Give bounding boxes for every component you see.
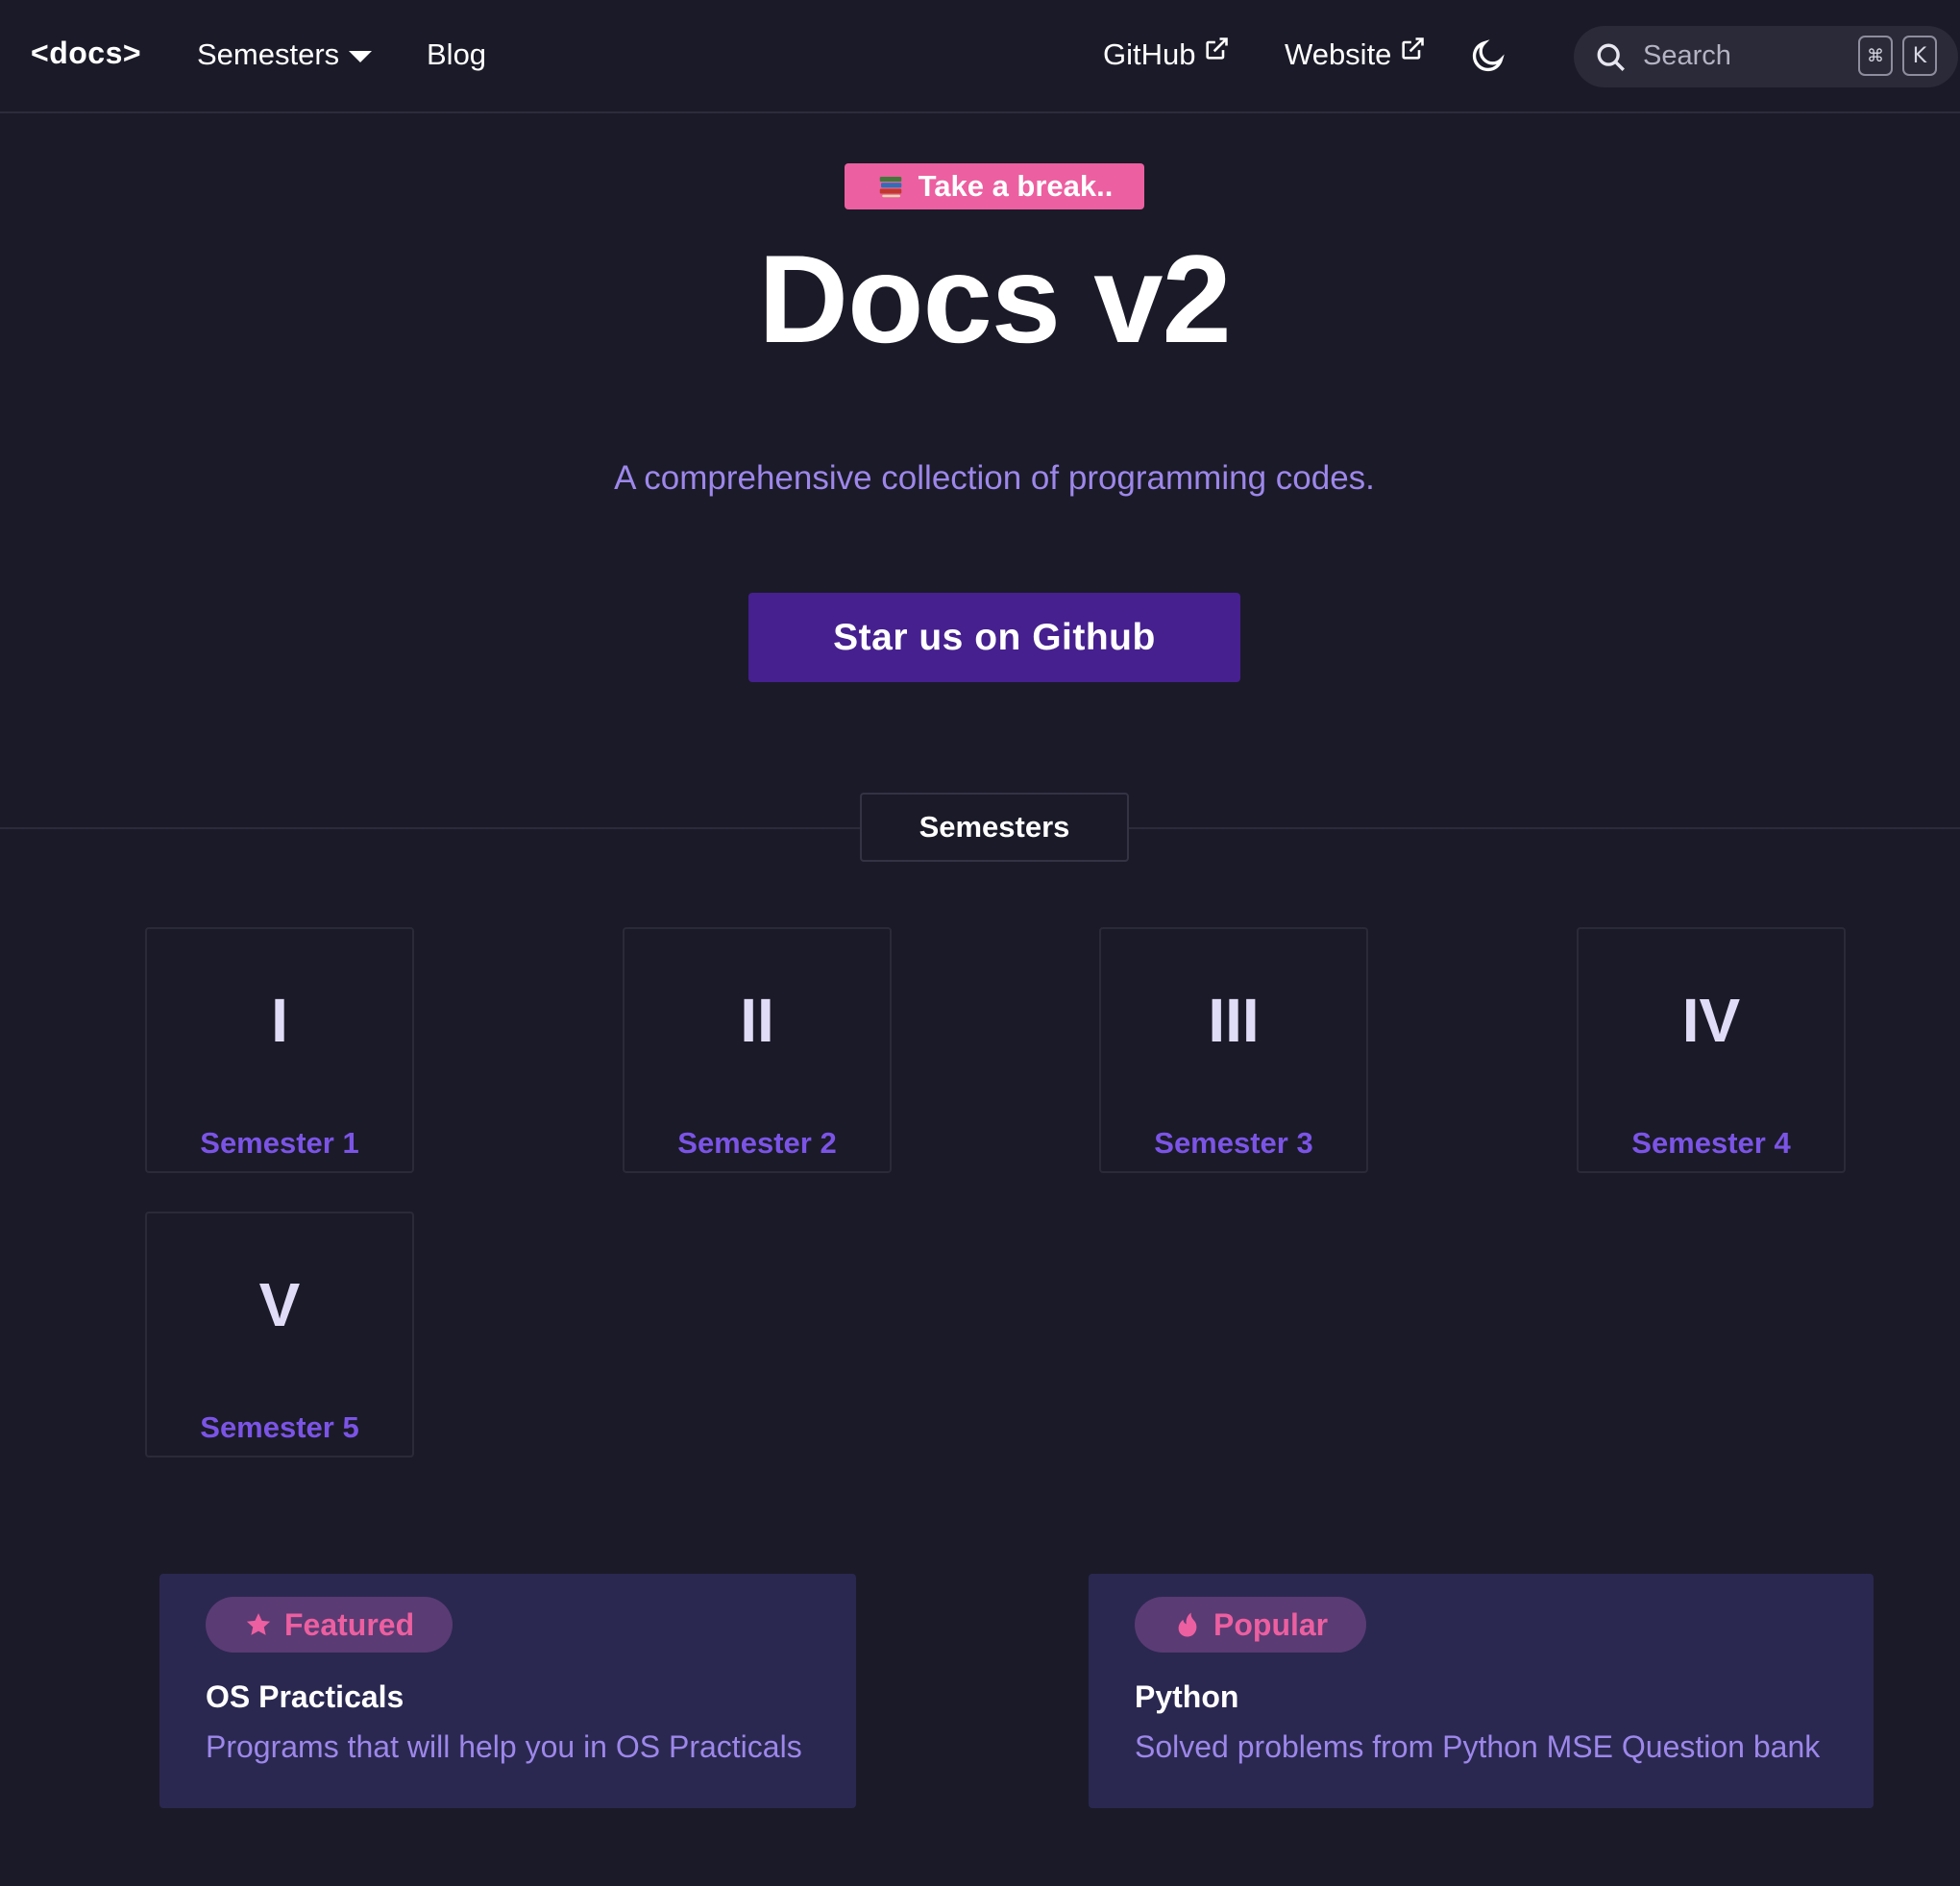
books-icon [879,177,901,198]
popular-badge-label: Popular [1213,1606,1329,1642]
popular-badge: Popular [1135,1597,1367,1653]
feature-title: OS Practicals [206,1679,404,1714]
semester-numeral: I [271,986,288,1055]
caret-down-icon [349,51,373,62]
kbd-cmd-key: ⌘ [1858,36,1893,76]
take-a-break-badge[interactable]: Take a break.. [845,163,1144,209]
featured-badge-label: Featured [284,1606,415,1642]
star-on-github-button[interactable]: Star us on Github [748,593,1240,682]
feature-title: Python [1135,1679,1239,1714]
semester-label: Semester 4 [1631,1126,1791,1160]
semester-card-1[interactable]: I Semester 1 [145,927,414,1173]
external-link-icon [1402,37,1425,60]
feature-description: Solved problems from Python MSE Question… [1135,1729,1821,1764]
semester-label: Semester 2 [677,1126,837,1160]
site-logo[interactable]: <docs> [31,36,141,71]
nav-website-label: Website [1285,37,1392,71]
semester-label: Semester 5 [200,1410,359,1444]
semester-card-5[interactable]: V Semester 5 [145,1212,414,1457]
nav-github-label: GitHub [1103,37,1196,71]
moon-icon[interactable] [1469,37,1507,75]
semester-label: Semester 1 [200,1126,359,1160]
semester-numeral: III [1208,986,1260,1055]
semester-label: Semester 3 [1154,1126,1313,1160]
featured-card-os-practicals[interactable]: Featured OS Practicals Programs that wil… [159,1574,856,1808]
take-a-break-label: Take a break.. [918,169,1114,203]
semester-numeral: II [740,986,774,1055]
page-subtitle: A comprehensive collection of programmin… [614,459,1375,497]
search-placeholder: Search [1643,40,1731,71]
nav-github-link[interactable]: GitHub [1103,37,1230,72]
fire-icon [1178,1612,1197,1637]
popular-card-python[interactable]: Popular Python Solved problems from Pyth… [1089,1574,1874,1808]
top-navbar: <docs> Semesters Blog GitHub Website Sea… [0,0,1960,113]
semester-card-4[interactable]: IV Semester 4 [1577,927,1846,1173]
semester-card-2[interactable]: II Semester 2 [623,927,892,1173]
feature-description: Programs that will help you in OS Practi… [206,1729,802,1764]
semester-numeral: V [258,1270,301,1339]
nav-blog-link[interactable]: Blog [427,37,486,72]
search-icon [1597,43,1625,71]
star-icon [246,1613,271,1635]
semester-card-3[interactable]: III Semester 3 [1099,927,1368,1173]
semesters-section-heading: Semesters [860,793,1129,862]
featured-badge: Featured [206,1597,453,1653]
search-input[interactable]: Search ⌘ K [1574,26,1958,87]
nav-website-link[interactable]: Website [1285,37,1426,72]
nav-semesters-dropdown[interactable]: Semesters [197,37,373,72]
external-link-icon [1206,37,1229,60]
kbd-k-key: K [1902,36,1937,76]
semester-numeral: IV [1681,986,1741,1055]
nav-semesters-label: Semesters [197,37,340,71]
page-title: Docs v2 [758,229,1232,369]
